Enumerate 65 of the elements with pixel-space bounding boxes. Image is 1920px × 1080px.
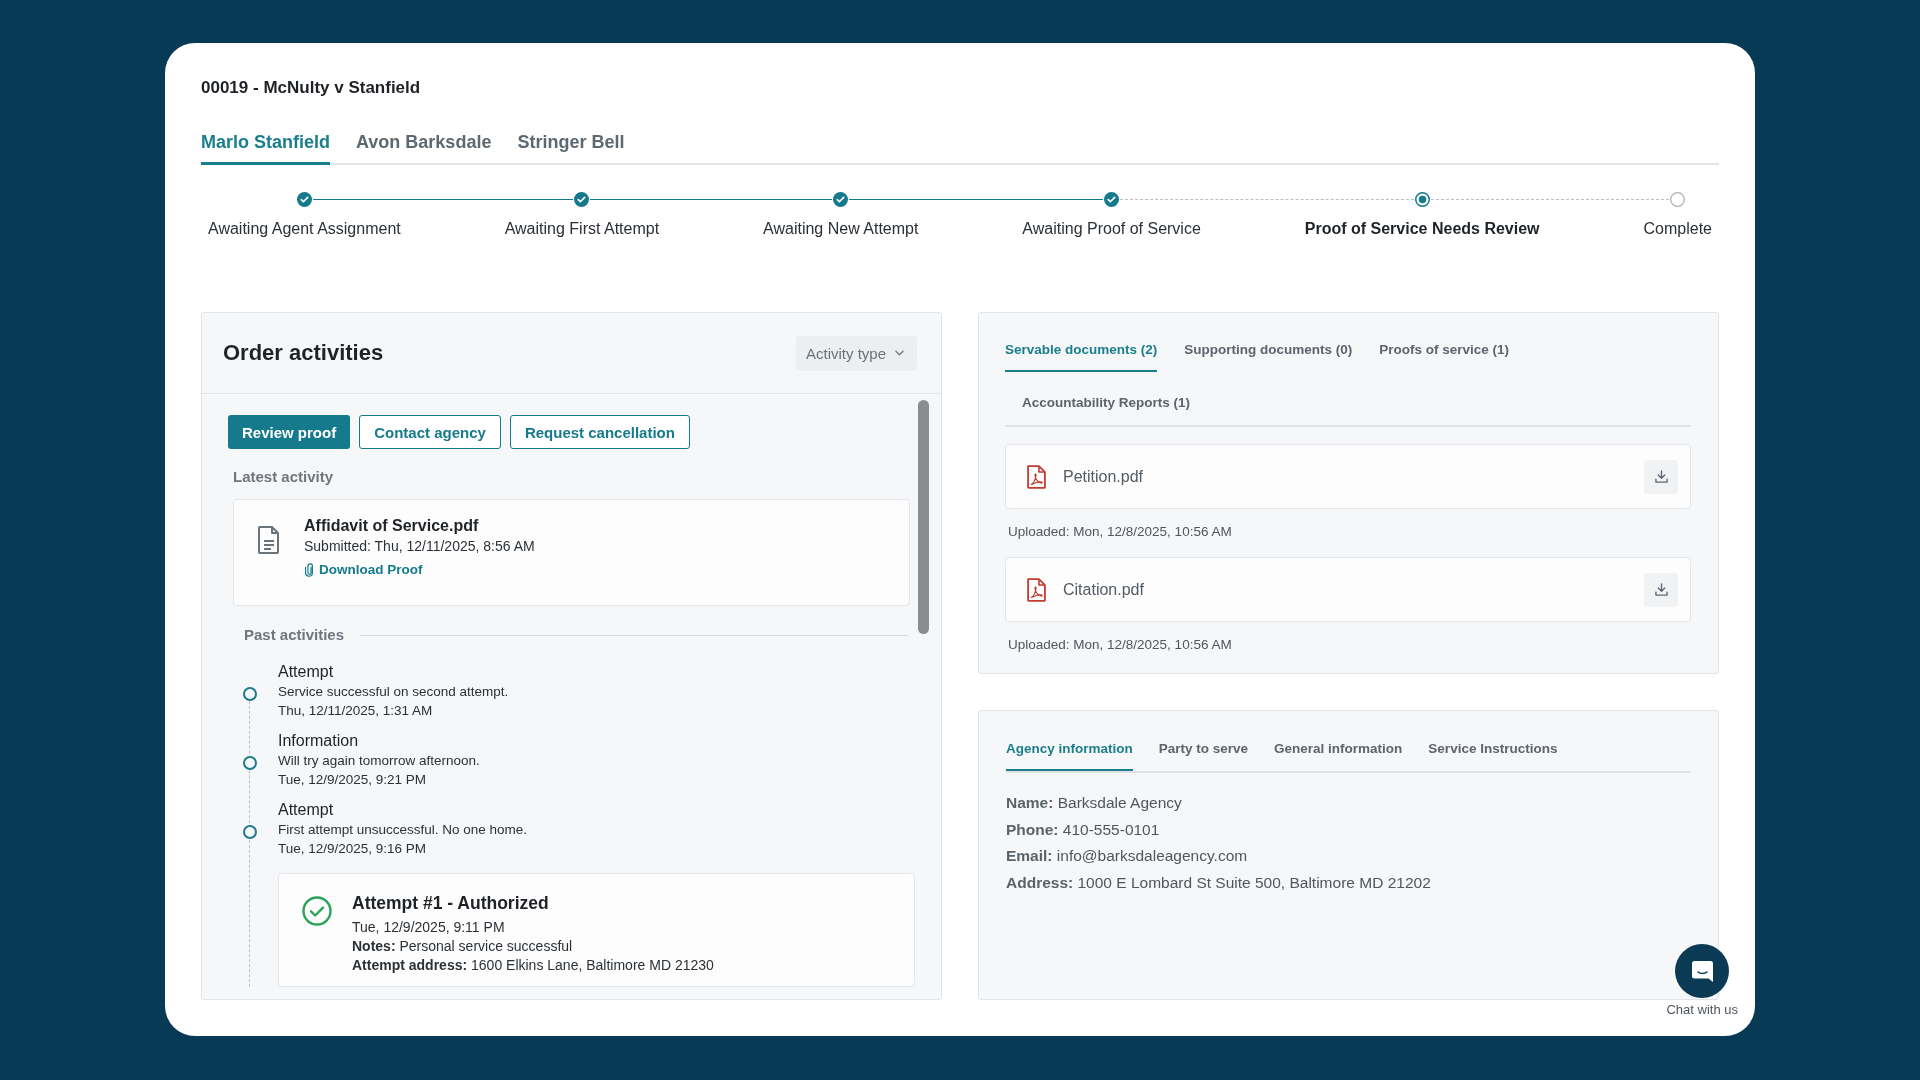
section-heading: Past activities [244,625,345,645]
activity-description: Will try again tomorrow afternoon. [278,752,480,770]
upload-time: Uploaded: Mon, 12/8/2025, 10:56 AM [1008,636,1232,654]
document-icon [258,526,279,554]
step-label: Awaiting First Attempt [504,219,660,239]
chat-bubble-icon [1691,960,1713,982]
activity-title: Attempt [278,662,335,682]
download-proof-link[interactable]: Download Proof [304,562,423,577]
step-label: Complete [1643,219,1712,239]
case-title: 00019 - McNulty v Stanfield [201,77,421,99]
submitted-time: Submitted: Thu, 12/11/2025, 8:56 AM [304,537,535,556]
activity-title: Attempt [278,800,335,820]
check-circle-icon [302,896,332,926]
file-name: Petition.pdf [1063,467,1144,486]
step-label: Awaiting Proof of Service [1022,219,1201,239]
timeline-dot-icon [243,756,257,770]
party-tab[interactable]: Marlo Stanfield [201,131,330,165]
pdf-file-icon [1027,577,1046,602]
document-tab[interactable]: Servable documents (2) [1005,341,1158,372]
scrollbar-thumb[interactable] [918,400,929,634]
panel-title: Order activities [223,340,384,366]
outline-button[interactable]: Contact agency [359,415,501,449]
attempt-detail: Notes: Personal service successful [352,937,574,956]
file-name: Affidavit of Service.pdf [304,516,480,536]
chat-label: Chat with us [1666,1002,1738,1018]
download-icon [1654,470,1668,483]
activity-time: Thu, 12/11/2025, 1:31 AM [278,702,434,720]
document-tab[interactable]: Proofs of service (1) [1379,341,1510,372]
primary-button[interactable]: Review proof [228,415,351,449]
pdf-file-icon [1027,464,1046,489]
info-text: Address: 1000 E Lombard St Suite 500, Baltimore MD 21202 [1006,872,1431,893]
download-icon [1654,583,1668,596]
document-tab[interactable]: Accountability Reports (1) [1022,394,1191,425]
party-tab[interactable]: Avon Barksdale [356,131,492,165]
document-tab[interactable]: Supporting documents (0) [1184,341,1353,372]
step-label: Awaiting New Attempt [763,219,919,239]
file-name: Citation.pdf [1063,580,1144,599]
timeline-dot-icon [243,687,257,701]
info-text: Name: Barksdale Agency [1006,793,1182,813]
info-text: Email: info@barksdaleagency.com [1006,846,1248,866]
info-tab[interactable]: Agency information [1006,740,1133,771]
activity-type-select[interactable]: Activity type [795,335,917,371]
download-button[interactable] [1644,459,1678,494]
activity-time: Tue, 12/9/2025, 9:21 PM [278,771,428,789]
section-heading: Latest activity [233,467,334,487]
step-label: Awaiting Agent Assignment [208,219,401,239]
attempt-time: Tue, 12/9/2025, 9:11 PM [352,918,506,937]
activity-title: Information [278,731,360,751]
info-tab[interactable]: Party to serve [1158,740,1249,771]
outline-button[interactable]: Request cancellation [509,415,690,449]
info-tab[interactable]: General information [1274,740,1403,771]
download-button[interactable] [1644,572,1678,607]
party-tab[interactable]: Stringer Bell [517,131,625,165]
info-tab[interactable]: Service Instructions [1428,740,1558,771]
attempt-title: Attempt #1 - Authorized [352,892,550,914]
activity-time: Tue, 12/9/2025, 9:16 PM [278,840,428,858]
activity-description: Service successful on second attempt. [278,683,509,701]
step-label: Proof of Service Needs Review [1304,219,1540,239]
info-text: Phone: 410-555-0101 [1006,819,1160,840]
activity-description: First attempt unsuccessful. No one home. [278,821,528,839]
attempt-detail: Attempt address: 1600 Elkins Lane, Baltimore MD 21230 [352,956,714,975]
paperclip-icon [304,562,313,577]
upload-time: Uploaded: Mon, 12/8/2025, 10:56 AM [1008,523,1232,541]
chevron-down-icon [895,350,904,356]
timeline-dot-icon [243,825,257,839]
